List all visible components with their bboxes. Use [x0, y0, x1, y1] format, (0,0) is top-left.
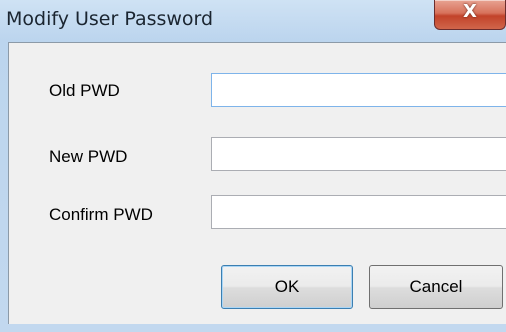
- close-icon: X: [463, 1, 477, 22]
- title-bar[interactable]: Modify User Password X: [0, 0, 506, 40]
- confirm-pwd-label: Confirm PWD: [49, 205, 153, 224]
- old-pwd-label: Old PWD: [49, 81, 120, 100]
- old-pwd-field[interactable]: [211, 73, 506, 107]
- modify-password-dialog: Modify User Password X Old PWD New PWD C…: [0, 0, 506, 332]
- window-title: Modify User Password: [6, 8, 214, 30]
- close-button[interactable]: X: [434, 0, 506, 30]
- cancel-button[interactable]: Cancel: [369, 265, 503, 309]
- ok-button[interactable]: OK: [221, 265, 353, 309]
- dialog-body: Old PWD New PWD Confirm PWD OK Cancel: [8, 42, 506, 324]
- new-pwd-field[interactable]: [211, 137, 506, 171]
- confirm-pwd-field[interactable]: [211, 195, 506, 229]
- new-pwd-label: New PWD: [49, 147, 128, 166]
